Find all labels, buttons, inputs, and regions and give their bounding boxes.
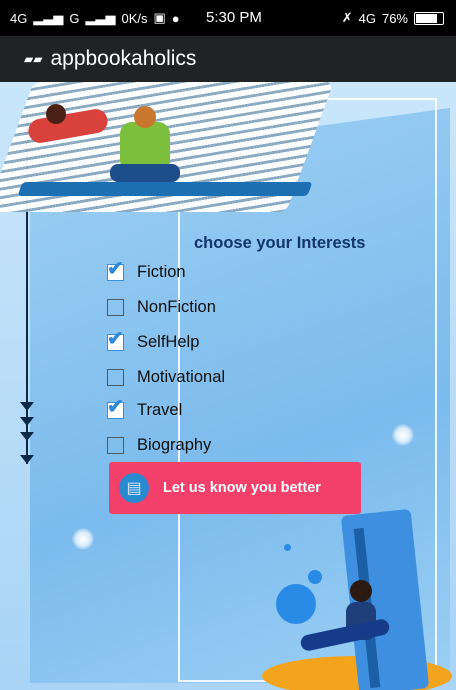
status-bar: 4G ▂▃▅ G ▂▃▅ 0K/s ▣ ● 5:30 PM ✗ 4G 76% bbox=[0, 0, 456, 36]
interest-selfhelp[interactable]: ✔ SelfHelp bbox=[107, 329, 200, 353]
interest-label: Fiction bbox=[137, 262, 186, 281]
circle-decoration bbox=[284, 544, 291, 551]
selfhelp-checkbox[interactable]: ✔ bbox=[107, 329, 124, 351]
interest-label: Travel bbox=[137, 400, 183, 419]
network-label: 4G bbox=[10, 10, 28, 26]
interest-biography[interactable]: Biography bbox=[107, 434, 211, 456]
sparkle-decoration bbox=[72, 528, 94, 550]
open-book-icon: ▤ bbox=[119, 473, 149, 503]
biography-checkbox[interactable] bbox=[107, 436, 124, 454]
reader-head-illustration bbox=[350, 580, 372, 602]
book-icon: ▰▰ bbox=[24, 52, 43, 66]
reader-head-illustration bbox=[46, 104, 66, 124]
circle-decoration bbox=[308, 570, 322, 584]
interest-label: SelfHelp bbox=[137, 332, 200, 351]
check-icon: ✔ bbox=[107, 257, 124, 280]
know-you-better-button[interactable]: ▤ Let us know you better bbox=[109, 462, 361, 514]
status-left: 4G ▂▃▅ G ▂▃▅ 0K/s ▣ ● bbox=[10, 10, 180, 26]
app-title: appbookaholics bbox=[50, 47, 197, 70]
interest-label: NonFiction bbox=[137, 297, 216, 316]
interest-travel[interactable]: ✔ Travel bbox=[107, 397, 183, 421]
sparkle-decoration bbox=[392, 424, 414, 446]
reader-legs-illustration bbox=[110, 164, 180, 182]
app-bar: ▰▰ appbookaholics bbox=[0, 36, 456, 82]
arrow-icon bbox=[20, 402, 34, 411]
interests-screen: choose your Interests ✔ Fiction NonFicti… bbox=[0, 82, 456, 690]
page-title: choose your Interests bbox=[194, 234, 366, 252]
chat-icon: ● bbox=[171, 10, 180, 26]
mute-icon: ✗ bbox=[341, 10, 353, 25]
interest-label: Motivational bbox=[137, 367, 226, 386]
interest-nonfiction[interactable]: NonFiction bbox=[107, 296, 216, 318]
notification-icon: ▣ bbox=[153, 10, 166, 25]
interest-fiction[interactable]: ✔ Fiction bbox=[107, 259, 186, 283]
arrow-icon bbox=[20, 432, 34, 441]
fiction-checkbox[interactable]: ✔ bbox=[107, 259, 124, 281]
status-right: ✗ 4G 76% bbox=[342, 10, 444, 26]
battery-percent: 76% bbox=[381, 10, 408, 26]
network-label-2: G bbox=[69, 10, 80, 26]
motivational-checkbox[interactable] bbox=[107, 368, 124, 386]
network-type: 4G bbox=[358, 10, 376, 26]
travel-checkbox[interactable]: ✔ bbox=[107, 397, 124, 419]
reader-head-illustration bbox=[134, 106, 156, 128]
check-icon: ✔ bbox=[107, 395, 124, 418]
battery-icon bbox=[414, 11, 444, 25]
signal-icon: ▂▃▅ bbox=[33, 10, 64, 25]
arrow-icon bbox=[20, 417, 34, 426]
network-speed: 0K/s bbox=[121, 10, 148, 26]
book-cover-illustration bbox=[17, 182, 313, 196]
circle-decoration bbox=[276, 584, 316, 624]
interest-motivational[interactable]: Motivational bbox=[107, 366, 225, 388]
clock: 5:30 PM bbox=[206, 9, 262, 26]
check-icon: ✔ bbox=[107, 327, 124, 350]
cta-label: Let us know you better bbox=[163, 480, 321, 496]
arrow-icon bbox=[20, 455, 34, 464]
signal-icon: ▂▃▅ bbox=[85, 10, 116, 25]
interest-label: Biography bbox=[137, 435, 212, 454]
nonfiction-checkbox[interactable] bbox=[107, 298, 124, 316]
